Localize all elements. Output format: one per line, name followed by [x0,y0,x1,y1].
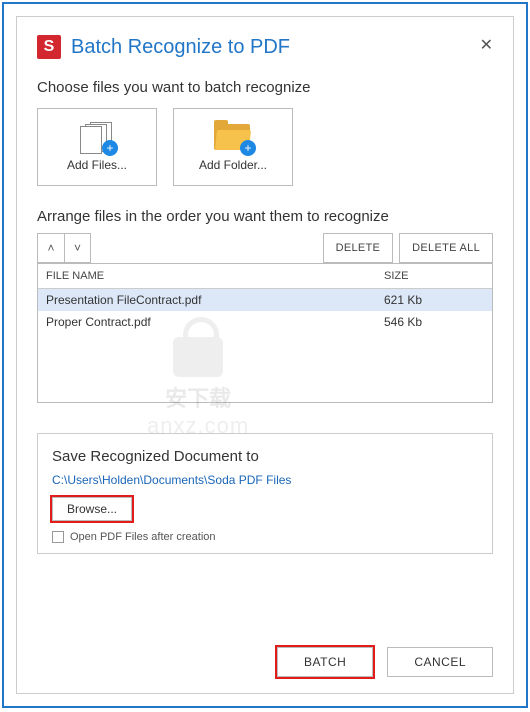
open-after-checkbox[interactable] [52,531,64,543]
dialog-title: Batch Recognize to PDF [71,36,290,59]
save-to-label: Save Recognized Document to [52,448,478,465]
file-name-cell: Presentation FileContract.pdf [46,293,384,307]
add-files-label: Add Files... [67,158,127,172]
col-header-size[interactable]: SIZE [384,270,484,282]
plus-badge-icon: + [240,140,256,156]
add-files-button[interactable]: + Add Files... [37,108,157,186]
folder-icon: + [214,122,252,152]
move-up-button[interactable]: ˄ [38,234,64,262]
chevron-down-icon: ˅ [74,241,81,255]
file-name-cell: Proper Contract.pdf [46,315,384,329]
plus-badge-icon: + [102,140,118,156]
app-logo: S [37,35,61,59]
close-icon[interactable]: ✕ [480,35,493,55]
save-path: C:\Users\Holden\Documents\Soda PDF Files [52,473,478,487]
file-size-cell: 621 Kb [384,293,484,307]
file-size-cell: 546 Kb [384,315,484,329]
files-table: FILE NAME SIZE Presentation FileContract… [37,263,493,403]
delete-button[interactable]: DELETE [323,233,394,263]
chevron-up-icon: ˄ [47,241,54,255]
table-row[interactable]: Presentation FileContract.pdf 621 Kb [38,289,492,311]
batch-button[interactable]: BATCH [277,647,373,677]
browse-button[interactable]: Browse... [52,497,132,521]
choose-files-label: Choose files you want to batch recognize [37,79,493,96]
arrange-label: Arrange files in the order you want them… [37,208,493,225]
col-header-filename[interactable]: FILE NAME [46,270,384,282]
cancel-button[interactable]: CANCEL [387,647,493,677]
move-down-button[interactable]: ˅ [64,234,90,262]
files-icon: + [80,122,114,152]
delete-all-button[interactable]: DELETE ALL [399,233,493,263]
open-after-label: Open PDF Files after creation [70,531,216,543]
add-folder-label: Add Folder... [199,158,267,172]
add-folder-button[interactable]: + Add Folder... [173,108,293,186]
table-row[interactable]: Proper Contract.pdf 546 Kb [38,311,492,333]
